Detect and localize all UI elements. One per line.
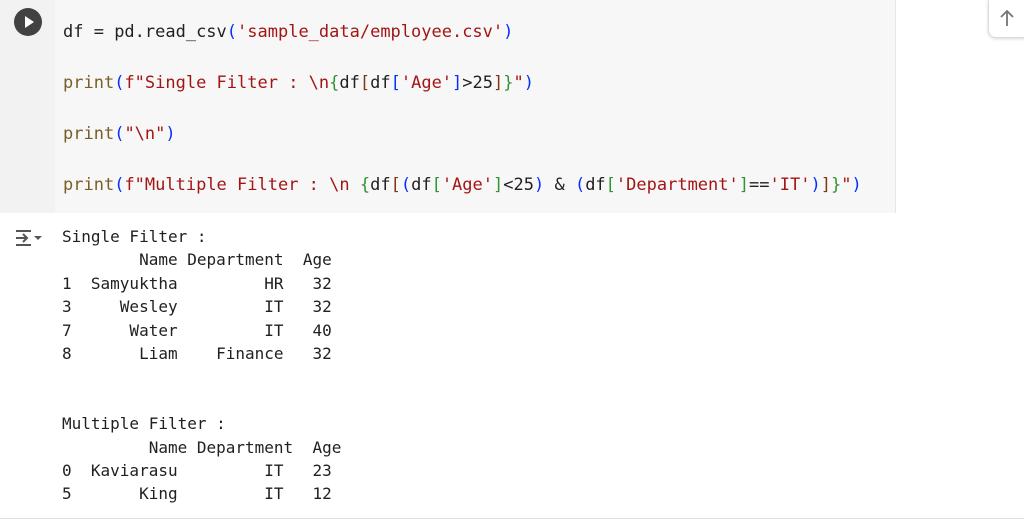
code-line: print(f"Multiple Filter : \n {df[(df['Ag… [63,160,862,211]
code-token: print [63,124,115,144]
output-line: 3 Wesley IT 32 [62,297,332,317]
code-token: df = [63,22,115,42]
code-token: <25 [503,175,534,195]
code-token: } [503,73,514,93]
code-token: ) [165,124,176,144]
cell-gutter [0,0,55,213]
code-token: ] [820,175,831,195]
code-token: } [830,175,842,195]
code-token: ( [114,73,125,93]
code-token: df [585,175,606,195]
code-token: { [359,175,371,195]
code-token: 'Department' [615,175,739,195]
code-token: & [544,175,575,195]
code-token: df [411,175,432,195]
output-line: 7 Water IT 40 [62,320,332,340]
code-token: >25 [462,73,494,93]
code-token: [ [359,73,371,93]
code-token: == [749,175,770,195]
cell-output: Single Filter : Name Department Age 1 Sam… [62,225,341,506]
output-line: Multiple Filter : [62,414,226,434]
code-token: 'Age' [441,175,493,195]
code-token: 'IT' [769,175,811,195]
code-token: 'Age' [400,73,453,93]
code-token: ( [114,175,125,195]
code-line: print(f"Single Filter : \n{df[df['Age']>… [63,58,862,109]
code-token: ) [503,22,514,42]
code-editor[interactable]: df = pd.read_csv('sample_data/employee.c… [55,0,895,213]
code-token: " [841,175,852,195]
code-token: print [63,73,115,93]
code-token: { [329,73,340,93]
code-token: [ [390,73,401,93]
output-line: 1 Samyuktha HR 32 [62,273,332,293]
code-line: df = pd.read_csv('sample_data/employee.c… [63,7,862,58]
code-line: print("\n") [63,109,862,160]
code-token: f"Single Filter : \n [124,73,330,93]
output-collapse-icon[interactable] [13,228,45,248]
code-token: "\n" [124,124,166,144]
output-line: 5 King IT 12 [62,484,332,504]
output-line: Name Department Age [62,437,342,457]
code-cell: df = pd.read_csv('sample_data/employee.c… [0,0,1024,531]
code-token: f"Multiple Filter : \n [124,175,360,195]
code-token: pd.read_csv [114,22,227,42]
code-token: [ [390,175,401,195]
code-token: 'sample_data/employee.csv' [237,22,504,42]
code-token: ) [533,175,545,195]
code-token: ) [851,175,862,195]
scroll-to-top-button[interactable] [988,0,1024,38]
code-token: ( [114,124,125,144]
code-token: ( [574,175,586,195]
cell-divider [0,518,1024,519]
output-line: 0 Kaviarasu IT 23 [62,460,332,480]
output-line: Name Department Age [62,250,332,270]
code-token: " [513,73,524,93]
code-token: ] [493,175,504,195]
code-token: [ [605,175,616,195]
code-token: df [370,175,391,195]
run-cell-button[interactable] [14,8,42,36]
code-text[interactable]: df = pd.read_csv('sample_data/employee.c… [63,0,862,211]
output-line: 8 Liam Finance 32 [62,343,332,363]
code-token: ] [493,73,504,93]
code-token: print [63,175,115,195]
code-token: ] [738,175,749,195]
code-token: ( [226,22,238,42]
code-token: df [370,73,391,93]
code-token: df [339,73,360,93]
code-token: ] [452,73,463,93]
code-token: ) [523,73,535,93]
arrow-up-icon [1000,9,1014,26]
code-token: [ [431,175,442,195]
output-line: Single Filter : [62,227,207,246]
code-token: ( [400,175,412,195]
code-token: ) [810,175,821,195]
